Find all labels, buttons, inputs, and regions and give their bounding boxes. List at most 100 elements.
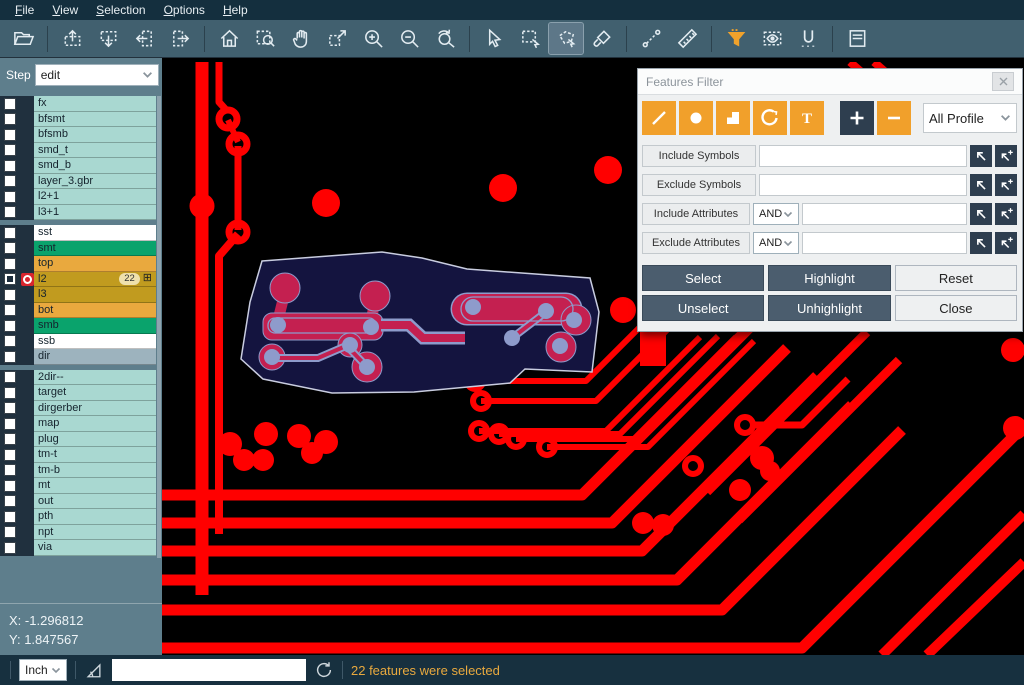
pan-down-button[interactable] <box>91 23 125 54</box>
visibility-checkbox[interactable] <box>4 98 16 110</box>
visibility-checkbox[interactable] <box>4 433 16 445</box>
visibility-checkbox[interactable] <box>4 526 16 538</box>
layers-panel-button[interactable] <box>840 23 874 54</box>
visibility-checkbox[interactable] <box>4 335 16 347</box>
layer-row-smt[interactable]: smt <box>0 241 156 257</box>
visibility-checkbox[interactable] <box>4 418 16 430</box>
select-rectangle-button[interactable] <box>513 23 547 54</box>
highlight-button[interactable]: Highlight <box>768 265 890 291</box>
layer-row-l3[interactable]: l3 <box>0 287 156 303</box>
visibility-checkbox[interactable] <box>4 449 16 461</box>
command-input[interactable] <box>112 659 306 681</box>
visibility-checkbox[interactable] <box>4 258 16 270</box>
transform-view-button[interactable] <box>320 23 354 54</box>
pan-right-button[interactable] <box>163 23 197 54</box>
visibility-checkbox[interactable] <box>4 206 16 218</box>
layer-row-dir[interactable]: dir <box>0 349 156 365</box>
draw-surface-button[interactable] <box>716 101 750 135</box>
visibility-checkbox[interactable] <box>4 511 16 523</box>
selection-region[interactable] <box>241 252 599 393</box>
layer-row-2dir[interactable]: 2dir-- <box>0 370 156 386</box>
menu-view[interactable]: View <box>43 1 87 19</box>
visibility-checkbox[interactable] <box>4 480 16 492</box>
layer-row-tm-b[interactable]: tm-b <box>0 463 156 479</box>
zoom-previous-button[interactable] <box>428 23 462 54</box>
units-select[interactable]: Inch <box>19 659 67 681</box>
visibility-checkbox[interactable] <box>4 129 16 141</box>
menu-help[interactable]: Help <box>214 1 257 19</box>
draw-line-button[interactable] <box>642 101 676 135</box>
layer-row-l2-1[interactable]: l2+1 <box>0 189 156 205</box>
layer-row-pth[interactable]: pth <box>0 509 156 525</box>
include-attributes-pick-button[interactable] <box>970 203 992 225</box>
layer-row-layer-3-gbr[interactable]: layer_3.gbr <box>0 174 156 190</box>
layer-row-smb[interactable]: smb <box>0 318 156 334</box>
layer-row-sst[interactable]: sst <box>0 225 156 241</box>
visibility-checkbox[interactable] <box>4 542 16 554</box>
view-options-button[interactable] <box>755 23 789 54</box>
add-filter-button[interactable] <box>840 101 874 135</box>
visibility-checkbox[interactable] <box>4 371 16 383</box>
layer-row-ssb[interactable]: ssb <box>0 334 156 350</box>
visibility-checkbox[interactable] <box>4 113 16 125</box>
exclude-symbols-pick-button[interactable] <box>970 174 992 196</box>
profile-select[interactable]: All Profile <box>923 103 1017 133</box>
visibility-checkbox[interactable] <box>4 320 16 332</box>
unhighlight-button[interactable]: Unhighlight <box>768 295 890 321</box>
draw-pad-button[interactable] <box>679 101 713 135</box>
visibility-checkbox[interactable] <box>4 289 16 301</box>
draw-arc-button[interactable] <box>753 101 787 135</box>
layer-row-top[interactable]: top <box>0 256 156 272</box>
layer-row-map[interactable]: map <box>0 416 156 432</box>
layer-list-scrollbar[interactable] <box>157 96 161 558</box>
visibility-checkbox[interactable] <box>4 160 16 172</box>
layer-row-l2[interactable]: l222⊞ <box>0 272 156 288</box>
unselect-button[interactable]: Unselect <box>642 295 764 321</box>
exclude-attributes-operator-select[interactable]: AND <box>753 232 799 254</box>
visibility-checkbox[interactable] <box>4 191 16 203</box>
layer-row-tm-t[interactable]: tm-t <box>0 447 156 463</box>
include-symbols-button[interactable]: Include Symbols <box>642 145 756 167</box>
step-select[interactable]: edit <box>35 64 159 86</box>
layer-row-bfsmt[interactable]: bfsmt <box>0 112 156 128</box>
angle-measure-icon[interactable] <box>84 661 104 679</box>
exclude-attributes-button[interactable]: Exclude Attributes <box>642 232 750 254</box>
layer-row-via[interactable]: via <box>0 540 156 556</box>
layer-row-plug[interactable]: plug <box>0 432 156 448</box>
visibility-checkbox[interactable] <box>4 144 16 156</box>
menu-selection[interactable]: Selection <box>87 1 154 19</box>
include-attributes-operator-select[interactable]: AND <box>753 203 799 225</box>
measure-ruler-button[interactable] <box>670 23 704 54</box>
include-symbols-pick-button[interactable] <box>970 145 992 167</box>
pan-left-button[interactable] <box>127 23 161 54</box>
home-view-button[interactable] <box>212 23 246 54</box>
reset-button[interactable]: Reset <box>895 265 1017 291</box>
include-symbols-pick-add-button[interactable] <box>995 145 1017 167</box>
layer-row-out[interactable]: out <box>0 494 156 510</box>
layer-row-fx[interactable]: fx <box>0 96 156 112</box>
layer-row-bot[interactable]: bot <box>0 303 156 319</box>
layer-row-l3-1[interactable]: l3+1 <box>0 205 156 221</box>
visibility-checkbox[interactable] <box>4 495 16 507</box>
dialog-title-bar[interactable]: Features Filter <box>638 69 1022 95</box>
paint-brush-button[interactable] <box>585 23 619 54</box>
layer-row-npt[interactable]: npt <box>0 525 156 541</box>
include-attributes-pick-add-button[interactable] <box>995 203 1017 225</box>
menu-file[interactable]: File <box>6 1 43 19</box>
features-filter-button[interactable] <box>719 23 753 54</box>
layer-row-smd-b[interactable]: smd_b <box>0 158 156 174</box>
zoom-in-button[interactable] <box>356 23 390 54</box>
layer-row-dirgerber[interactable]: dirgerber <box>0 401 156 417</box>
select-cursor-button[interactable] <box>477 23 511 54</box>
visibility-checkbox[interactable] <box>4 227 16 239</box>
visibility-checkbox[interactable] <box>4 464 16 476</box>
visibility-checkbox[interactable] <box>4 351 16 363</box>
layer-row-bfsmb[interactable]: bfsmb <box>0 127 156 143</box>
draw-text-button[interactable]: T <box>790 101 824 135</box>
visibility-checkbox[interactable] <box>4 387 16 399</box>
layer-row-target[interactable]: target <box>0 385 156 401</box>
visibility-checkbox[interactable] <box>4 304 16 316</box>
pan-up-button[interactable] <box>55 23 89 54</box>
dialog-close-button[interactable] <box>992 72 1014 91</box>
open-folder-button[interactable] <box>6 23 40 54</box>
